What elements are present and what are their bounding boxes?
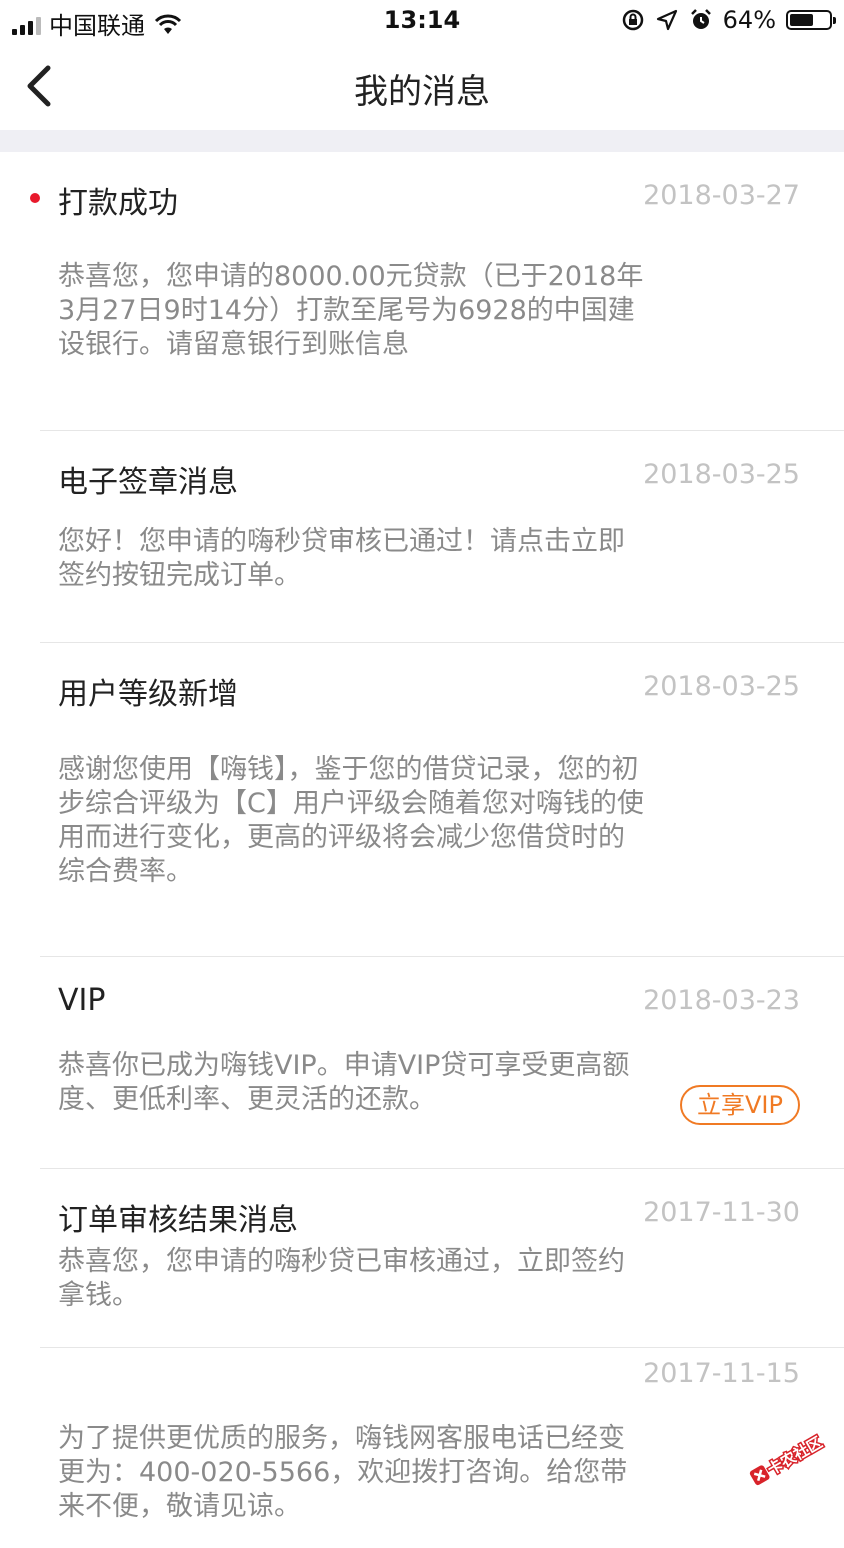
message-title: 订单审核结果消息 bbox=[58, 1203, 298, 1238]
section-separator bbox=[0, 130, 844, 152]
unread-dot bbox=[30, 193, 40, 203]
message-date: 2018-03-23 bbox=[643, 985, 800, 1016]
message-body: 恭喜您，您申请的嗨秒贷已审核通过，立即签约拿钱。 bbox=[58, 1246, 625, 1311]
location-arrow-icon bbox=[656, 9, 677, 31]
page-title: 我的消息 bbox=[354, 72, 490, 112]
rotation-lock-icon bbox=[622, 9, 643, 31]
message-body: 恭喜您，您申请的8000.00元贷款（已于2018年3月27日9时14分）打款至… bbox=[58, 261, 644, 360]
message-body: 为了提供更优质的服务，嗨钱网客服电话已经变更为：400-020-5566，欢迎拨… bbox=[58, 1423, 628, 1522]
vip-action-button[interactable]: 立享VIP bbox=[680, 1085, 800, 1125]
message-title: 打款成功 bbox=[58, 186, 178, 221]
message-body: 恭喜你已成为嗨钱VIP。申请VIP贷可享受更高额度、更低利率、更灵活的还款。 bbox=[58, 1050, 630, 1115]
message-title: VIP bbox=[58, 983, 106, 1018]
message-title: 用户等级新增 bbox=[58, 677, 238, 712]
message-list: 打款成功 2018-03-27 恭喜您，您申请的8000.00元贷款（已于201… bbox=[0, 152, 844, 1548]
message-item-vip[interactable]: VIP 2018-03-23 恭喜你已成为嗨钱VIP。申请VIP贷可享受更高额度… bbox=[40, 957, 844, 1169]
message-item-payment-success[interactable]: 打款成功 2018-03-27 恭喜您，您申请的8000.00元贷款（已于201… bbox=[30, 152, 844, 431]
message-item-hotline-change[interactable]: 2017-11-15 为了提供更优质的服务，嗨钱网客服电话已经变更为：400-0… bbox=[40, 1348, 844, 1548]
message-date: 2018-03-25 bbox=[643, 671, 800, 702]
navigation-bar: 我的消息 bbox=[0, 42, 844, 130]
svg-text:卡农社区: 卡农社区 bbox=[764, 1433, 825, 1479]
message-item-e-signature[interactable]: 电子签章消息 2018-03-25 您好！您申请的嗨秒贷审核已通过！请点击立即签… bbox=[40, 431, 844, 643]
message-body: 您好！您申请的嗨秒贷审核已通过！请点击立即签约按钮完成订单。 bbox=[58, 526, 625, 591]
message-title: 电子签章消息 bbox=[58, 465, 238, 500]
battery-icon bbox=[786, 10, 836, 30]
alarm-icon bbox=[690, 9, 711, 29]
message-date: 2017-11-30 bbox=[643, 1197, 800, 1228]
kanong-watermark-logo: 卡农社区 bbox=[749, 1432, 827, 1486]
message-item-order-review[interactable]: 订单审核结果消息 2017-11-30 恭喜您，您申请的嗨秒贷已审核通过，立即签… bbox=[40, 1169, 844, 1348]
battery-percentage: 64% bbox=[722, 6, 776, 34]
status-bar-right: 64% bbox=[621, 6, 836, 34]
status-bar: 中国联通 13:14 64% bbox=[0, 0, 844, 42]
message-item-user-level[interactable]: 用户等级新增 2018-03-25 感谢您使用【嗨钱】，鉴于您的借贷记录，您的初… bbox=[40, 643, 844, 957]
message-body: 感谢您使用【嗨钱】，鉴于您的借贷记录，您的初步综合评级为【C】用户评级会随着您对… bbox=[58, 754, 644, 887]
message-date: 2018-03-27 bbox=[643, 180, 800, 211]
message-date: 2018-03-25 bbox=[643, 459, 800, 490]
message-date: 2017-11-15 bbox=[643, 1358, 800, 1389]
